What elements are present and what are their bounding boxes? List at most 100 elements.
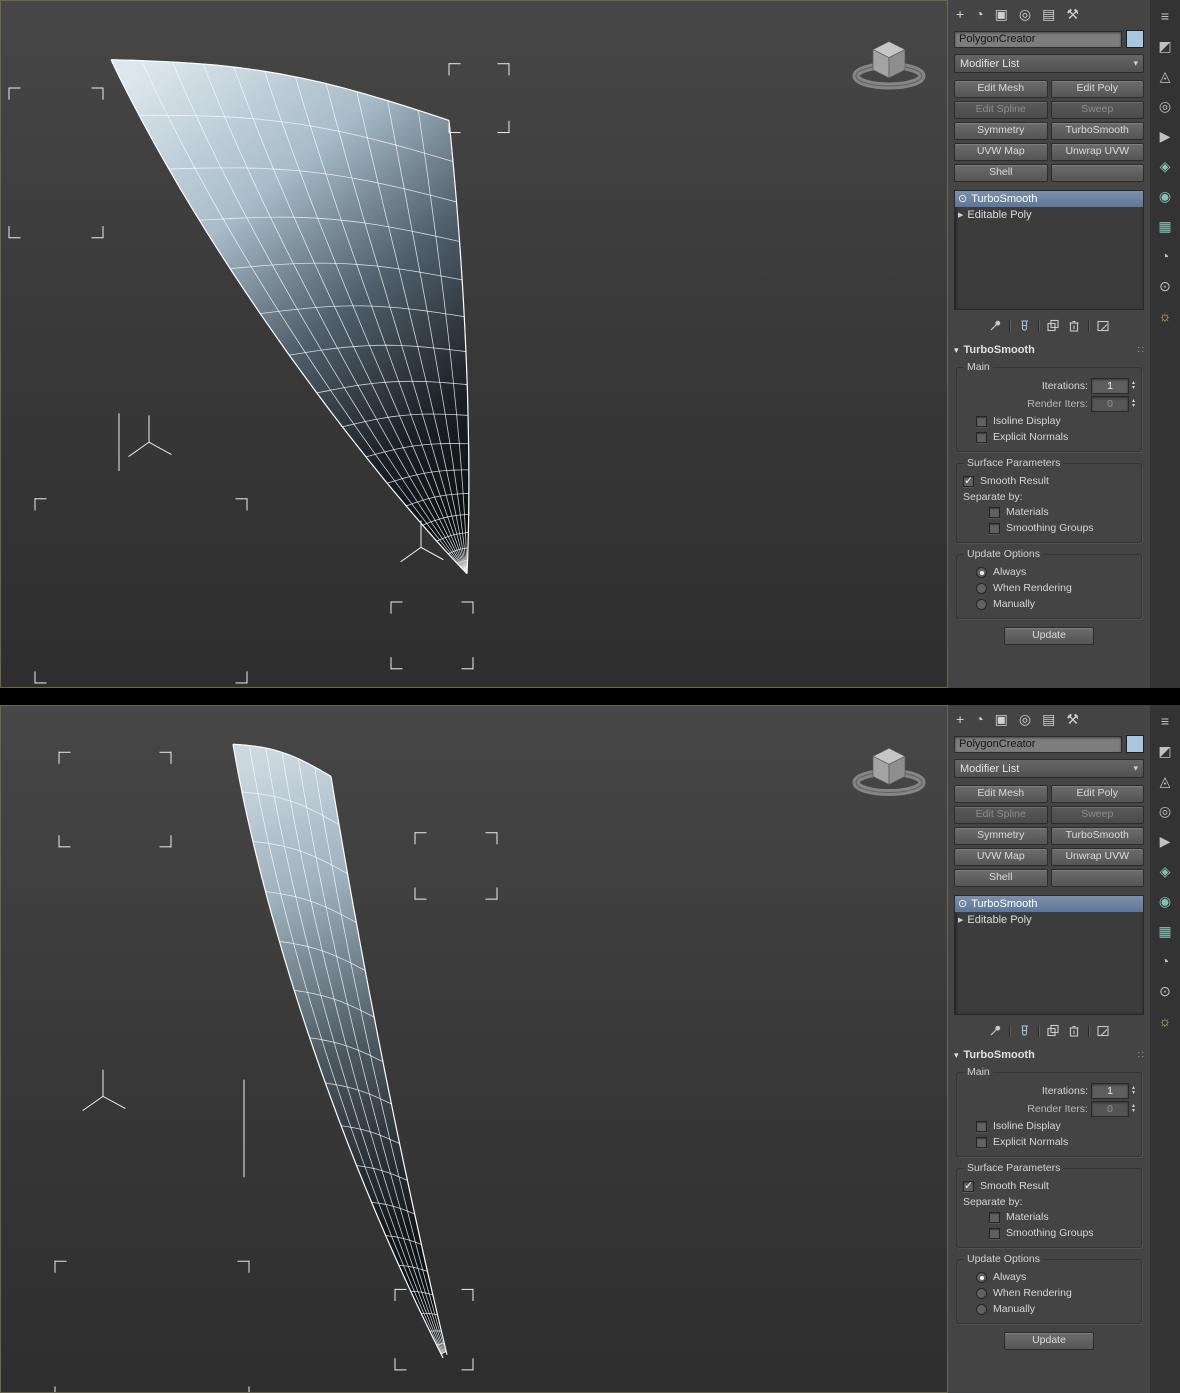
render-iters-input[interactable]: 0 (1090, 1101, 1129, 1117)
target-icon[interactable]: ⊙ (1154, 275, 1176, 297)
diamond-icon[interactable]: ◈ (1154, 860, 1176, 882)
smoothing-groups-checkbox[interactable] (989, 1227, 1000, 1239)
edit-poly-button[interactable]: Edit Poly (1050, 80, 1144, 98)
object-color-swatch[interactable] (1126, 30, 1144, 48)
render-iters-spinner[interactable]: ▴ ▾ (1132, 398, 1135, 409)
create-tab-icon[interactable]: + (956, 711, 964, 727)
display-tab-icon[interactable]: ▤ (1042, 6, 1055, 22)
display-tab-icon[interactable]: ▤ (1042, 711, 1055, 727)
quarter-circle-icon[interactable]: ◔ (1154, 950, 1176, 972)
hierarchy-tab-icon[interactable]: ▣ (995, 6, 1008, 22)
configure-modifier-sets-icon[interactable] (1096, 319, 1110, 333)
edit-mesh-button[interactable]: Edit Mesh (954, 80, 1048, 98)
uvw-map-button[interactable]: UVW Map (954, 143, 1048, 161)
always-radio[interactable] (976, 1271, 987, 1283)
target-icon[interactable]: ⊙ (1154, 980, 1176, 1002)
modifier-stack[interactable]: ⊙ TurboSmooth ▶ Editable Poly (954, 190, 1144, 310)
grid-icon[interactable]: ▦ (1154, 215, 1176, 237)
hierarchy-tab-icon[interactable]: ▣ (995, 711, 1008, 727)
make-unique-icon[interactable] (1046, 1024, 1060, 1038)
dot-circle-icon[interactable]: ◉ (1154, 185, 1176, 207)
edit-mesh-button[interactable]: Edit Mesh (954, 785, 1048, 803)
show-end-result-icon[interactable] (1017, 1024, 1031, 1038)
iterations-spinner[interactable]: ▴ ▾ (1132, 1085, 1135, 1096)
create-tab-icon[interactable]: + (956, 6, 964, 22)
shell-button[interactable]: Shell (954, 869, 1048, 887)
smoothing-groups-checkbox[interactable] (989, 522, 1000, 534)
make-unique-icon[interactable] (1046, 319, 1060, 333)
update-button[interactable]: Update (1004, 627, 1094, 645)
isoline-display-checkbox[interactable] (976, 1120, 987, 1132)
manually-radio[interactable] (976, 598, 987, 610)
dot-circle-icon[interactable]: ◉ (1154, 890, 1176, 912)
render-iters-input[interactable]: 0 (1090, 396, 1129, 412)
expand-arrow-icon[interactable]: ▶ (958, 916, 963, 924)
smooth-result-checkbox[interactable] (963, 1179, 974, 1192)
manually-radio[interactable] (976, 1303, 987, 1315)
iterations-spinner[interactable]: ▴ ▾ (1132, 380, 1135, 391)
when-rendering-radio[interactable] (976, 582, 987, 594)
circle-icon[interactable]: ◎ (1154, 800, 1176, 822)
play-icon[interactable]: ▶ (1154, 830, 1176, 852)
explicit-normals-checkbox[interactable] (976, 431, 987, 443)
modify-tab-icon[interactable]: ◔ (975, 6, 983, 22)
quarter-circle-icon[interactable]: ◔ (1154, 245, 1176, 267)
turbosmooth-button[interactable]: TurboSmooth (1050, 827, 1144, 845)
materials-checkbox[interactable] (989, 506, 1000, 518)
update-button[interactable]: Update (1004, 1332, 1094, 1350)
visibility-eye-icon[interactable]: ⊙ (958, 193, 967, 205)
modifier-list-dropdown[interactable]: Modifier List ▾ (954, 759, 1144, 778)
utilities-tab-icon[interactable]: ⚒ (1066, 711, 1079, 727)
empty-slot-button[interactable] (1050, 869, 1144, 887)
turbosmooth-rollout-header[interactable]: ▾ TurboSmooth ∷ (954, 344, 1144, 356)
symmetry-button[interactable]: Symmetry (954, 122, 1048, 140)
when-rendering-radio[interactable] (976, 1287, 987, 1299)
sun-icon[interactable]: ☼ (1154, 305, 1176, 327)
motion-tab-icon[interactable]: ◎ (1019, 711, 1031, 727)
object-name-field[interactable]: PolygonCreator (954, 30, 1122, 48)
viewport-bottom[interactable] (0, 705, 948, 1393)
triangle-dot-icon[interactable]: ◬ (1154, 65, 1176, 87)
remove-modifier-icon[interactable] (1067, 319, 1081, 333)
circle-icon[interactable]: ◎ (1154, 95, 1176, 117)
isoline-display-checkbox[interactable] (976, 415, 987, 427)
show-end-result-icon[interactable] (1017, 319, 1031, 333)
stack-item-editable-poly[interactable]: ▶ Editable Poly (955, 912, 1143, 928)
always-radio[interactable] (976, 566, 987, 578)
motion-tab-icon[interactable]: ◎ (1019, 6, 1031, 22)
viewport-top[interactable] (0, 0, 948, 688)
sun-icon[interactable]: ☼ (1154, 1010, 1176, 1032)
grid-icon[interactable]: ▦ (1154, 920, 1176, 942)
object-name-field[interactable]: PolygonCreator (954, 735, 1122, 753)
unwrap-uvw-button[interactable]: Unwrap UVW (1050, 848, 1144, 866)
expand-arrow-icon[interactable]: ▶ (958, 211, 963, 219)
render-iters-spinner[interactable]: ▴ ▾ (1132, 1103, 1135, 1114)
remove-modifier-icon[interactable] (1067, 1024, 1081, 1038)
play-icon[interactable]: ▶ (1154, 125, 1176, 147)
visibility-eye-icon[interactable]: ⊙ (958, 898, 967, 910)
modifier-stack[interactable]: ⊙ TurboSmooth ▶ Editable Poly (954, 895, 1144, 1015)
modifier-list-dropdown[interactable]: Modifier List ▾ (954, 54, 1144, 73)
sweep-button[interactable]: Sweep (1050, 101, 1144, 119)
sweep-button[interactable]: Sweep (1050, 806, 1144, 824)
stack-item-editable-poly[interactable]: ▶ Editable Poly (955, 207, 1143, 223)
uvw-map-button[interactable]: UVW Map (954, 848, 1048, 866)
stack-item-turbosmooth[interactable]: ⊙ TurboSmooth (955, 896, 1143, 912)
smooth-result-checkbox[interactable] (963, 474, 974, 487)
edit-spline-button[interactable]: Edit Spline (954, 101, 1048, 119)
explicit-normals-checkbox[interactable] (976, 1136, 987, 1148)
edit-poly-button[interactable]: Edit Poly (1050, 785, 1144, 803)
configure-modifier-sets-icon[interactable] (1096, 1024, 1110, 1038)
turbosmooth-rollout-header[interactable]: ▾ TurboSmooth ∷ (954, 1049, 1144, 1061)
pin-stack-icon[interactable] (988, 319, 1002, 333)
shell-button[interactable]: Shell (954, 164, 1048, 182)
pin-stack-icon[interactable] (988, 1024, 1002, 1038)
modify-tab-icon[interactable]: ◔ (975, 711, 983, 727)
iterations-input[interactable]: 1 (1090, 1083, 1129, 1099)
half-square-icon[interactable]: ◩ (1154, 740, 1176, 762)
list-icon[interactable]: ≡ (1154, 710, 1176, 732)
edit-spline-button[interactable]: Edit Spline (954, 806, 1048, 824)
stack-item-turbosmooth[interactable]: ⊙ TurboSmooth (955, 191, 1143, 207)
empty-slot-button[interactable] (1050, 164, 1144, 182)
iterations-input[interactable]: 1 (1090, 378, 1129, 394)
